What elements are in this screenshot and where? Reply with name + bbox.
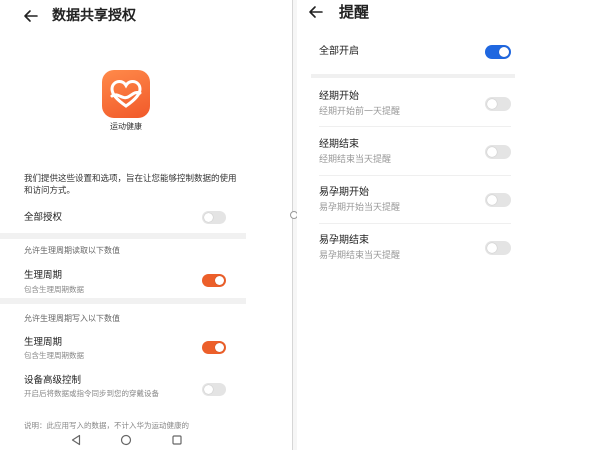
reminders-title: 提醒 — [339, 3, 370, 21]
all-auth-toggle[interactable] — [202, 211, 226, 224]
advanced-control-label: 设备高级控制 — [24, 375, 82, 386]
note-text: 说明：此应用写入的数据，不计入华为运动健康的 — [24, 421, 189, 430]
fertile-end-toggle[interactable] — [485, 241, 511, 255]
reminder-sub: 经期结束当天提醒 — [319, 155, 392, 165]
reminder-sub: 易孕期开始当天提醒 — [319, 203, 401, 213]
page-title: 数据共享授权 — [52, 8, 136, 24]
period-end-toggle[interactable] — [485, 145, 511, 159]
read-cycle-sub: 包含生理周期数据 — [24, 285, 84, 294]
app-name: 运动健康 — [110, 122, 142, 131]
section-divider — [0, 298, 246, 304]
reminders-screen: 提醒 全部开启 经期开始 经期开始前一天提醒 经期结束 经期结束当天提醒 易孕期… — [297, 0, 600, 450]
all-on-label: 全部开启 — [319, 46, 359, 57]
write-cycle-label: 生理周期 — [24, 337, 63, 348]
reminder-label: 易孕期结束 — [319, 235, 369, 246]
reminder-sub: 经期开始前一天提醒 — [319, 107, 401, 117]
all-auth-label: 全部授权 — [24, 212, 63, 223]
health-app-icon — [102, 70, 150, 118]
section-separator — [311, 74, 515, 78]
write-cycle-sub: 包含生理周期数据 — [24, 351, 84, 360]
data-sharing-screen: 数据共享授权 运动健康 我们提供这些设置和选项，旨在让您能够控制数据的使用和访问… — [0, 0, 292, 450]
back-arrow-icon[interactable] — [307, 3, 325, 21]
row-separator — [319, 126, 511, 127]
row-separator — [319, 175, 511, 176]
description-text: 我们提供这些设置和选项，旨在让您能够控制数据的使用和访问方式。 — [24, 174, 237, 196]
read-cycle-label: 生理周期 — [24, 270, 63, 281]
reminder-sub: 易孕期结束当天提醒 — [319, 251, 401, 261]
read-section-label: 允许生理周期读取以下数值 — [24, 246, 120, 255]
nav-home-icon[interactable] — [120, 434, 132, 446]
advanced-control-sub: 开启后将数据或指令同步到您的穿戴设备 — [24, 389, 159, 398]
advanced-control-toggle[interactable] — [202, 383, 226, 396]
row-separator — [319, 223, 511, 224]
section-divider — [0, 233, 246, 239]
all-on-toggle[interactable] — [485, 45, 511, 59]
period-start-toggle[interactable] — [485, 97, 511, 111]
right-header: 提醒 — [297, 0, 600, 34]
write-cycle-toggle[interactable] — [202, 341, 226, 354]
back-arrow-icon[interactable] — [22, 7, 40, 25]
read-cycle-toggle[interactable] — [202, 274, 226, 287]
fertile-start-toggle[interactable] — [485, 193, 511, 207]
write-section-label: 允许生理周期写入以下数值 — [24, 314, 120, 323]
reminder-label: 经期结束 — [319, 139, 359, 150]
nav-back-icon[interactable] — [70, 434, 82, 446]
reminder-label: 易孕期开始 — [319, 187, 369, 198]
nav-recents-icon[interactable] — [171, 434, 183, 446]
left-header: 数据共享授权 — [0, 0, 292, 34]
navigation-bar — [0, 432, 292, 450]
reminder-label: 经期开始 — [319, 91, 359, 102]
